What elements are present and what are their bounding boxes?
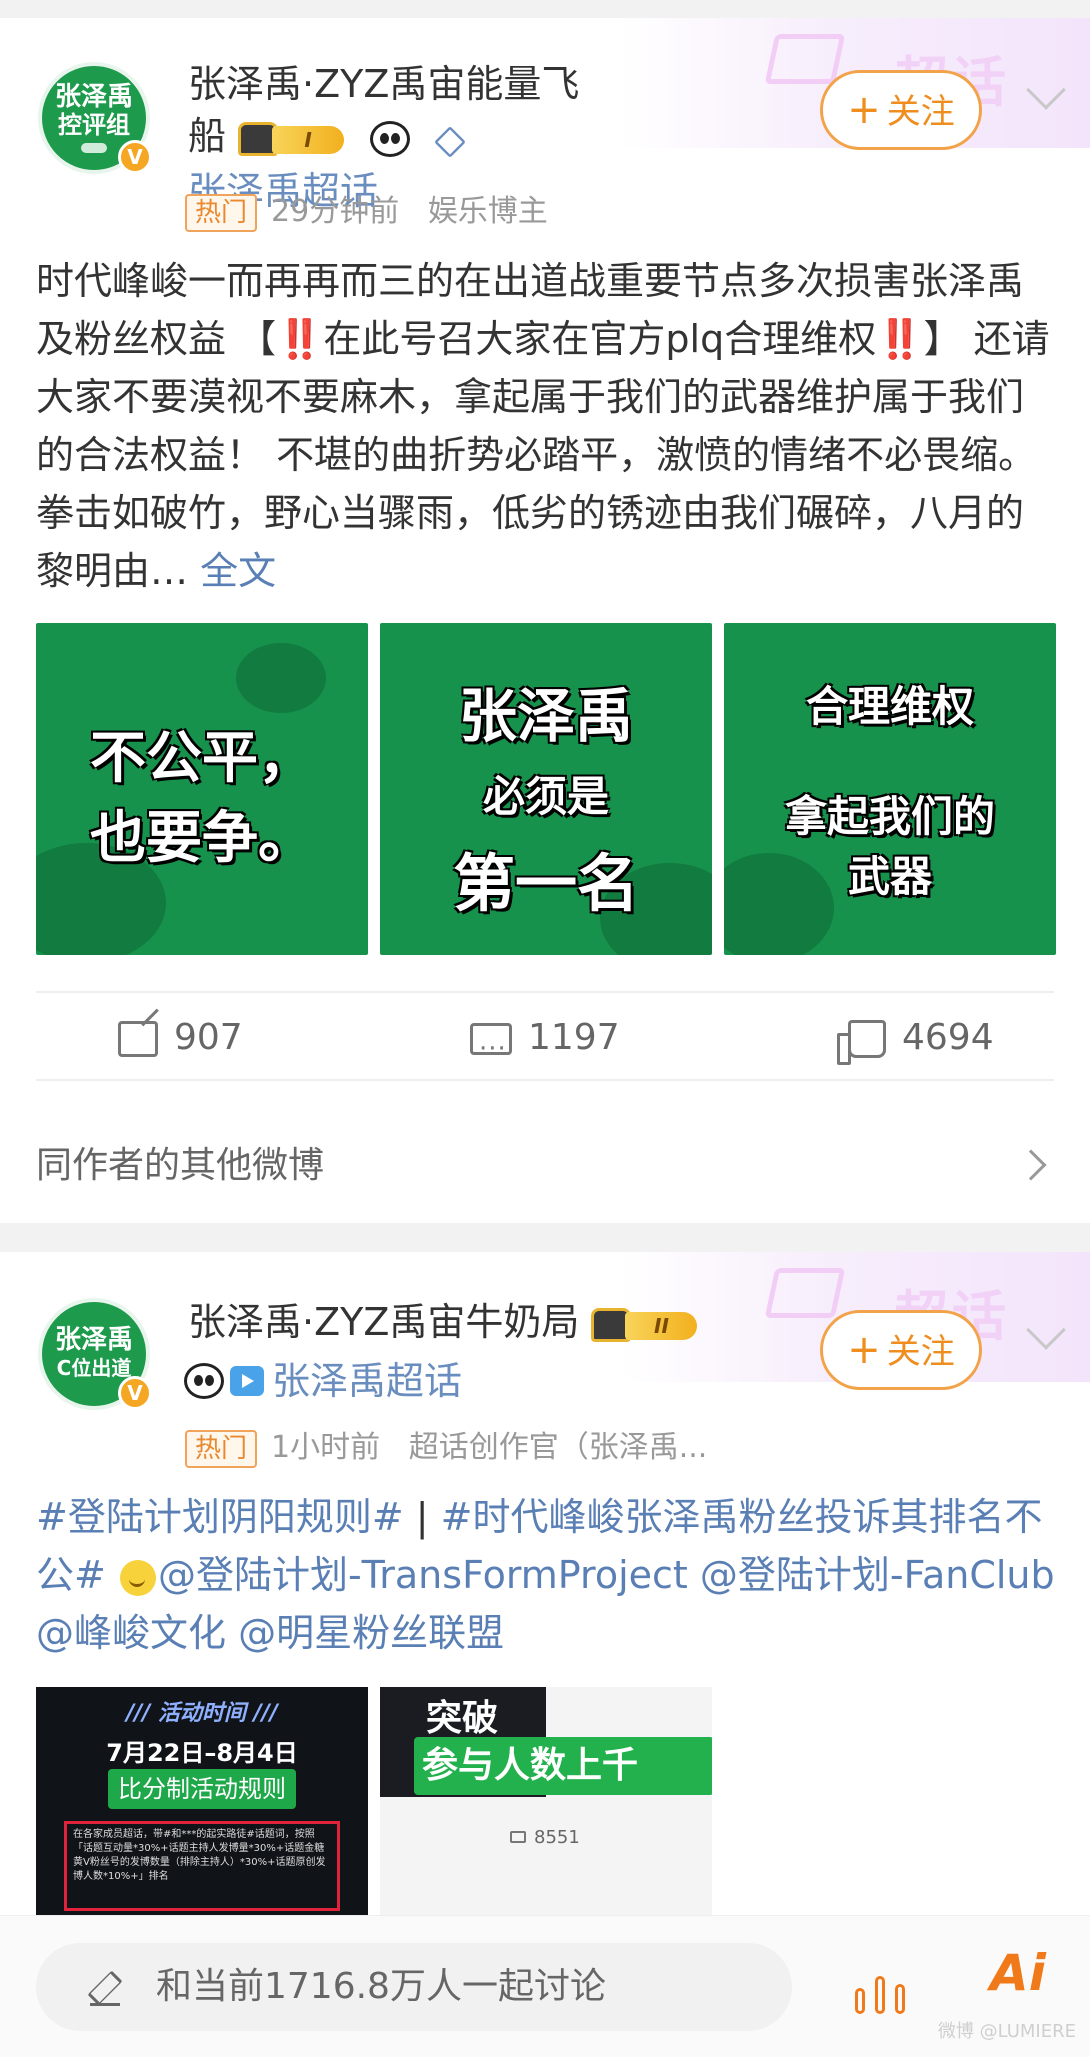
rules-title: /// 活动时间 /// (126, 1701, 278, 1726)
mention-links[interactable]: @登陆计划-TransFormProject @登陆计划-FanClub @峰峻… (36, 1553, 1055, 1655)
comment-icon (470, 1004, 512, 1094)
comment-icon (510, 1831, 526, 1843)
pencil-icon (87, 1970, 123, 2006)
hashtag-link[interactable]: #登陆计划阴阳规则# (36, 1495, 404, 1539)
plus-icon: + (847, 1327, 881, 1373)
panda-icon (370, 120, 411, 157)
screenshot-comment-count: 8551 (510, 1827, 580, 1848)
avatar-text-2: C位出道 (56, 1356, 132, 1380)
panda-icon (184, 1362, 224, 1399)
screenshot-title: 突破 (426, 1698, 499, 1739)
plus-icon: + (847, 87, 881, 133)
chevron-right-icon (1015, 1149, 1047, 1181)
level-text: II (625, 1311, 698, 1340)
comment-placeholder: 和当前1716.8万人一起讨论 (156, 1966, 606, 2007)
video-icon (230, 1365, 264, 1396)
post-body[interactable]: 时代峰峻一而再再而三的在出道战重要节点多次损害张泽禹及粉丝权益 【‼️在此号召大… (36, 252, 1056, 600)
chart-bar (895, 1984, 905, 2014)
comment-count: 1197 (528, 1017, 620, 1058)
image-caption-1: 不公平， (90, 726, 314, 791)
image-caption-1: 张泽禹 (458, 682, 633, 750)
avatar-text-1: 张泽禹 (54, 82, 133, 112)
author-name-text: 张泽禹·ZYZ禹宙能量飞 (188, 62, 580, 106)
trending-chart-icon[interactable] (855, 1954, 909, 2014)
supertopic-link[interactable]: 张泽禹超话 (272, 1355, 462, 1407)
smiley-emoji-icon (119, 1559, 156, 1596)
level-text: I (272, 125, 345, 154)
thumbs-up-icon (837, 1020, 886, 1065)
image-texture (236, 643, 326, 713)
verified-v-icon: V (118, 1376, 152, 1410)
ai-assistant-button[interactable]: Ai (990, 1944, 1046, 2002)
like-count: 4694 (902, 1017, 994, 1058)
post-image-1[interactable]: 不公平， 也要争。 (36, 623, 368, 955)
action-bar: 907 1197 4694 (36, 991, 1054, 1094)
crown-level-badge: II (591, 1306, 701, 1344)
post-image-3[interactable]: 合理维权 拿起我们的 武器 (724, 623, 1056, 955)
image-caption-2: 也要争。 (90, 806, 314, 871)
other-posts-label: 同作者的其他微博 (36, 1145, 325, 1186)
crown-level-badge: I (238, 120, 348, 158)
image-caption-2: 必须是 (482, 772, 609, 821)
author-name-text: 张泽禹·ZYZ禹宙牛奶局 (188, 1300, 580, 1344)
rules-date: 7月22日–8月4日 (106, 1739, 298, 1767)
body-text-b: 在此号召大家在官方plq合理维权 (323, 317, 877, 361)
author-name[interactable]: 张泽禹·ZYZ禹宙牛奶局 II (188, 1296, 808, 1348)
double-exclamation-icon: ‼️ (276, 317, 324, 361)
expand-full-text-link[interactable]: 全文 (200, 549, 276, 593)
chart-bar (855, 1988, 865, 2014)
pencil-underline (90, 2003, 120, 2006)
like-button[interactable]: 4694 (834, 993, 994, 1083)
post-image-2[interactable]: 张泽禹 必须是 第一名 (380, 623, 712, 955)
avatar-sublabel (81, 143, 107, 153)
comment-input[interactable]: 和当前1716.8万人一起讨论 (36, 1943, 792, 2031)
author-name-text-cont: 船 (188, 114, 227, 158)
supertopic-diamond-icon (434, 128, 464, 150)
watermark: 微博 @LUMIERE (937, 2021, 1076, 2042)
follow-button[interactable]: + 关注 (820, 70, 982, 150)
hot-badge: 热门 (185, 1429, 258, 1468)
bottom-bar: 和当前1716.8万人一起讨论 Ai 微博 @LUMIERE (0, 1915, 1090, 2057)
image-caption-3: 第一名 (452, 847, 639, 920)
double-exclamation-icon: ‼️ (876, 317, 924, 361)
avatar-text-2: 控评组 (58, 111, 130, 139)
diamond-icon (764, 34, 846, 84)
share-count: 907 (174, 1017, 243, 1058)
follow-label: 关注 (886, 92, 955, 132)
post-time: 29分钟前 (271, 194, 400, 229)
screenshot-banner: 参与人数上千 (414, 1737, 712, 1795)
rules-body: 在各家成员超话，带#和***的起实路徒#话题词，按照「话题互动量*30%+话题主… (64, 1821, 340, 1911)
avatar-text-1: 张泽禹 (54, 1325, 133, 1355)
hot-badge: 热门 (185, 193, 258, 232)
follow-label: 关注 (886, 1332, 955, 1372)
page: 超话 张泽禹 控评组 V 张泽禹·ZYZ禹宙能量飞 船 I 张泽禹超话 +关注 … (0, 0, 1090, 2057)
image-caption-1: 合理维权 (805, 682, 974, 731)
image-caption-2: 拿起我们的 (784, 792, 995, 841)
author-role: 娱乐博主 (427, 194, 548, 229)
post-body[interactable]: #登陆计划阴阳规则# | #时代峰峻张泽禹粉丝投诉其排名不公# @登陆计划-Tr… (36, 1488, 1056, 1662)
author-badges: 张泽禹超话 (184, 1352, 462, 1407)
other-posts-link[interactable]: 同作者的其他微博 (36, 1116, 1054, 1216)
verified-v-icon: V (118, 140, 152, 174)
post-meta: 热门 29分钟前 娱乐博主 (185, 192, 548, 232)
rules-banner: 比分制活动规则 (108, 1769, 296, 1809)
chart-bar (875, 1976, 885, 2014)
author-role: 超话创作官（张泽禹... (408, 1430, 708, 1465)
share-button[interactable]: 907 (118, 993, 243, 1083)
image-caption-3: 武器 (847, 852, 932, 901)
screenshot-count-text: 8551 (534, 1827, 580, 1848)
post-image-screenshot[interactable]: 突破 参与人数上千 8551 (380, 1687, 712, 1917)
post-image-rules[interactable]: /// 活动时间 /// 7月22日–8月4日 比分制活动规则 在各家成员超话，… (36, 1687, 368, 1917)
separator: | (403, 1495, 441, 1539)
comment-button[interactable]: 1197 (470, 993, 620, 1094)
share-icon (118, 1021, 158, 1057)
post-meta: 热门 1小时前 超话创作官（张泽禹... (185, 1428, 707, 1468)
post-card-1: 超话 张泽禹 控评组 V 张泽禹·ZYZ禹宙能量飞 船 I 张泽禹超话 +关注 … (0, 18, 1090, 1223)
follow-button[interactable]: + 关注 (820, 1310, 982, 1390)
post-time: 1小时前 (271, 1430, 381, 1465)
